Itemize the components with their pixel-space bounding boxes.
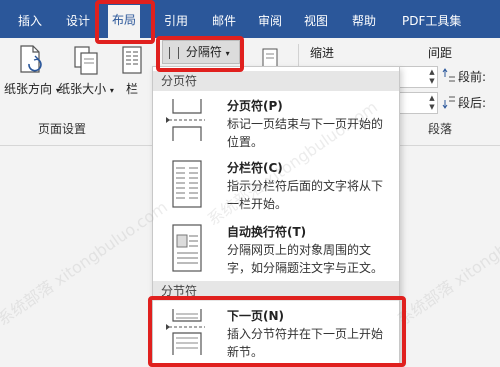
menu-item-column-break[interactable]: 分栏符(C) 指示分栏符后面的文字将从下一栏开始。 xyxy=(153,159,399,221)
text-wrapping-break-icon xyxy=(172,224,202,272)
spacing-after-icon xyxy=(442,96,455,109)
next-page-section-break-icon xyxy=(166,309,205,355)
section-breaks-header: 分节符 xyxy=(153,281,399,301)
size-label: 纸张大小 xyxy=(58,82,107,96)
breaks-label: 分隔符 xyxy=(185,45,222,59)
spacing-before-icon xyxy=(442,68,455,82)
columns-icon xyxy=(122,46,142,74)
page-break-title: 分页符(P) xyxy=(227,99,283,113)
tab-design[interactable]: 设计 xyxy=(66,10,90,32)
indent-right-stepper[interactable]: ▲ ▼ xyxy=(426,94,438,112)
paragraph-group-label: 段落 xyxy=(428,122,453,136)
breaks-dropdown-menu: 分页符 分页符(P) 标记一页结束与下一页开始的位置。 分栏符(C) 指示分栏符… xyxy=(152,66,400,367)
watermark: 系统部落 xitongbuluo.com xyxy=(0,197,171,330)
tab-review[interactable]: 审阅 xyxy=(258,10,282,32)
watermark: 系统部落 xitongbuluo.com xyxy=(393,197,500,330)
menu-item-page-break[interactable]: 分页符(P) 标记一页结束与下一页开始的位置。 xyxy=(153,97,399,157)
text-wrapping-break-title: 自动换行符(T) xyxy=(227,225,307,239)
tab-view[interactable]: 视图 xyxy=(304,10,328,32)
breaks-icon xyxy=(169,46,179,59)
menu-item-text-wrapping-break[interactable]: 自动换行符(T) 分隔网页上的对象周围的文字，如分隔题注文字与正文。 xyxy=(153,223,399,283)
tab-layout[interactable]: 布局 xyxy=(108,5,141,38)
columns-button[interactable]: 栏 xyxy=(120,44,144,97)
orientation-label: 纸张方向 xyxy=(4,82,53,96)
paper-size-icon xyxy=(74,46,98,75)
spacing-after-label: 段后: xyxy=(458,96,487,110)
menu-item-next-page[interactable]: 下一页(N) 插入分节符并在下一页上开始新节。 xyxy=(153,307,399,365)
column-break-icon xyxy=(172,160,202,208)
next-page-desc: 插入分节符并在下一页上开始新节。 xyxy=(227,327,384,359)
chevron-down-icon: ▾ xyxy=(109,86,114,95)
orientation-button[interactable]: 纸张方向 ▾ xyxy=(4,44,60,97)
chevron-down-icon: ▾ xyxy=(225,49,230,58)
columns-label: 栏 xyxy=(125,82,138,96)
breaks-button[interactable]: 分隔符 ▾ xyxy=(162,40,240,64)
spacing-label: 间距 xyxy=(428,46,453,60)
line-numbers-icon[interactable] xyxy=(262,48,278,68)
tab-mailings[interactable]: 邮件 xyxy=(212,10,236,32)
indent-left-stepper[interactable]: ▲ ▼ xyxy=(426,68,438,86)
page-breaks-header: 分页符 xyxy=(153,71,399,91)
tab-pdf-tools[interactable]: PDF工具集 xyxy=(402,10,461,32)
next-page-title: 下一页(N) xyxy=(227,309,285,323)
size-button[interactable]: 纸张大小 ▾ xyxy=(58,44,114,97)
tab-references[interactable]: 引用 xyxy=(164,10,188,32)
indent-label: 缩进 xyxy=(310,46,335,60)
column-break-title: 分栏符(C) xyxy=(227,161,283,175)
page-setup-group-label: 页面设置 xyxy=(38,122,87,136)
tab-help[interactable]: 帮助 xyxy=(352,10,376,32)
orientation-icon xyxy=(20,45,42,73)
spacing-before-label: 段前: xyxy=(458,70,487,84)
column-break-desc: 指示分栏符后面的文字将从下一栏开始。 xyxy=(227,179,384,211)
ribbon-tab-bar: 插入 设计 布局 引用 邮件 审阅 视图 帮助 PDF工具集 xyxy=(0,0,500,38)
page-break-icon xyxy=(166,99,205,141)
tab-insert[interactable]: 插入 xyxy=(18,10,42,32)
page-break-desc: 标记一页结束与下一页开始的位置。 xyxy=(227,117,384,149)
text-wrapping-break-desc: 分隔网页上的对象周围的文字，如分隔题注文字与正文。 xyxy=(227,243,384,275)
